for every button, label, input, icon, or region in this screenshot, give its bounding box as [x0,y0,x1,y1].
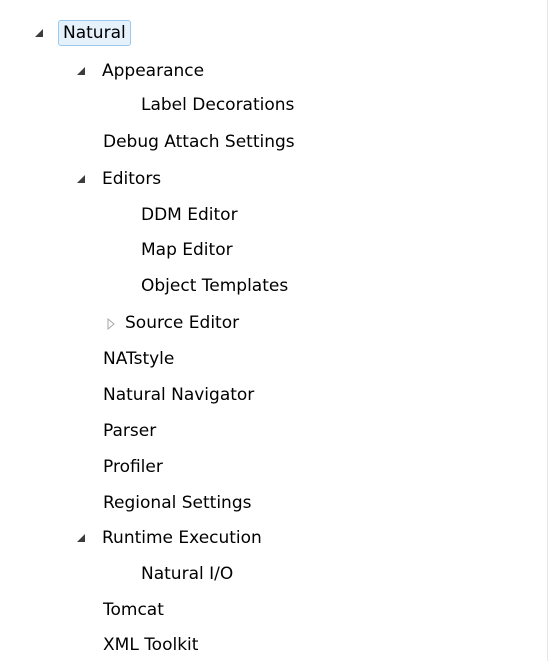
tree-node-label[interactable]: Source Editor [120,310,244,336]
tree-node-natural[interactable]: Natural [34,18,131,48]
tree-node-label[interactable]: Parser [98,418,161,444]
tree-node-appearance[interactable]: Appearance [76,56,209,86]
tree-node-label[interactable]: Appearance [97,58,209,84]
tree-node-label[interactable]: Map Editor [136,237,238,263]
tree-node-label[interactable]: Natural [58,20,131,46]
tree-node-editors[interactable]: Editors [76,164,166,194]
tree-node-label[interactable]: Debug Attach Settings [98,129,300,155]
tree-node-label-decorations[interactable]: Label Decorations [136,90,299,120]
expanded-arrow-icon[interactable] [76,533,90,547]
expanded-arrow-icon[interactable] [34,28,48,42]
tree-node-label[interactable]: Runtime Execution [97,525,267,551]
tree-node-natural-io[interactable]: Natural I/O [136,559,238,589]
tree-node-object-templates[interactable]: Object Templates [136,271,293,301]
tree-node-label[interactable]: DDM Editor [136,202,243,228]
tree-node-label[interactable]: Label Decorations [136,92,299,118]
collapsed-arrow-icon[interactable] [106,318,120,332]
tree-node-runtime-execution[interactable]: Runtime Execution [76,523,267,553]
tree-node-natstyle[interactable]: NATstyle [98,344,179,374]
tree-node-xml-toolkit[interactable]: XML Toolkit [98,630,203,660]
tree-node-source-editor[interactable]: Source Editor [106,308,244,338]
tree-node-label[interactable]: Editors [97,166,166,192]
tree-node-label[interactable]: Tomcat [98,597,169,623]
tree-node-label[interactable]: Natural I/O [136,561,238,587]
tree-node-label[interactable]: Regional Settings [98,490,256,516]
expanded-arrow-icon[interactable] [76,66,90,80]
tree-node-debug-attach-settings[interactable]: Debug Attach Settings [98,127,300,157]
tree-node-profiler[interactable]: Profiler [98,452,168,482]
tree-node-ddm-editor[interactable]: DDM Editor [136,200,243,230]
tree-node-label[interactable]: NATstyle [98,346,179,372]
tree-node-tomcat[interactable]: Tomcat [98,595,169,625]
tree-node-label[interactable]: Profiler [98,454,168,480]
tree-node-regional-settings[interactable]: Regional Settings [98,488,256,518]
expanded-arrow-icon[interactable] [76,174,90,188]
tree-node-natural-navigator[interactable]: Natural Navigator [98,380,259,410]
tree-node-parser[interactable]: Parser [98,416,161,446]
tree-node-label[interactable]: XML Toolkit [98,632,203,658]
tree-node-label[interactable]: Natural Navigator [98,382,259,408]
tree-node-label[interactable]: Object Templates [136,273,293,299]
tree-node-map-editor[interactable]: Map Editor [136,235,238,265]
